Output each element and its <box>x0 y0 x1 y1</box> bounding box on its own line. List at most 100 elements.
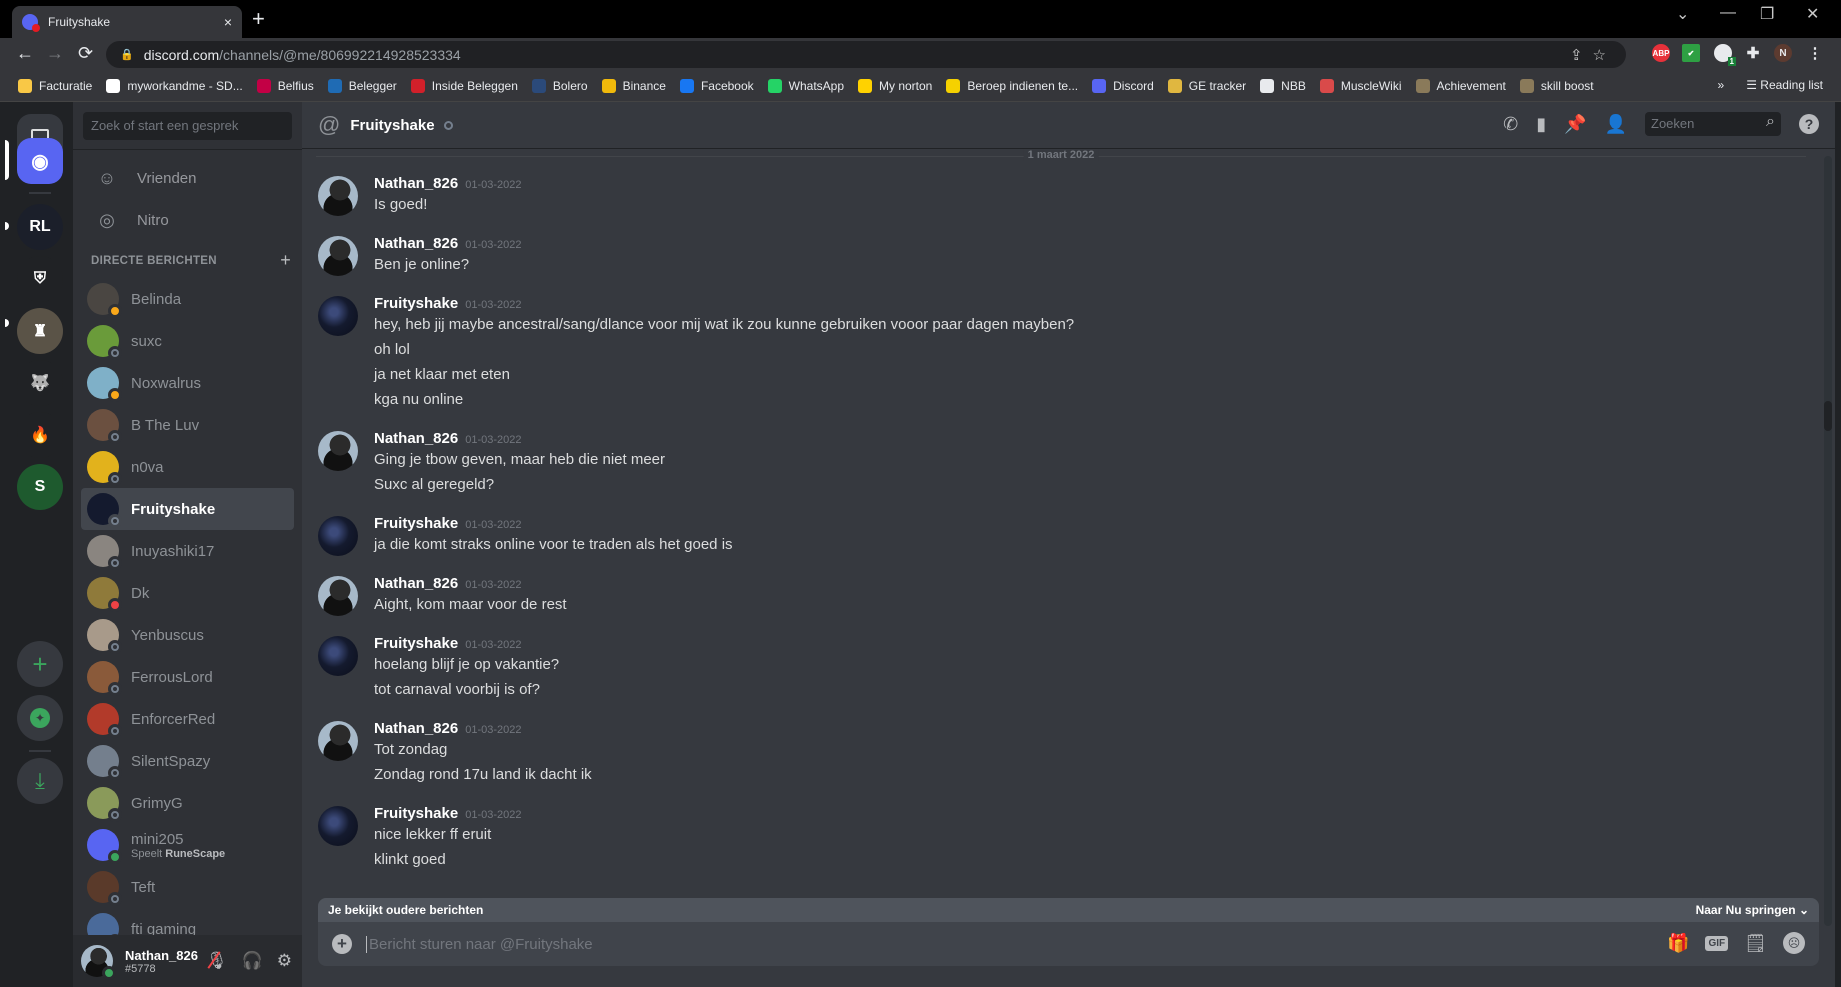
restore-button[interactable]: ❐ <box>1760 4 1774 24</box>
message-author[interactable]: Nathan_826 <box>374 175 458 192</box>
voice-call-icon[interactable]: ✆ <box>1503 114 1518 135</box>
dm-item[interactable]: suxc <box>81 320 294 362</box>
settings-gear-icon[interactable]: ⚙ <box>277 951 292 971</box>
server-icon-helmet[interactable]: ⛨ <box>17 256 63 302</box>
extensions-puzzle-icon[interactable]: ✚ <box>1744 44 1762 62</box>
bookmark-item[interactable]: skill boost <box>1519 78 1594 93</box>
tab-close-icon[interactable]: × <box>224 14 232 30</box>
bookmark-item[interactable]: Discord <box>1092 78 1154 93</box>
bookmark-star-icon[interactable]: ☆ <box>1593 46 1606 64</box>
new-tab-button[interactable]: + <box>252 6 265 32</box>
create-dm-button[interactable]: + <box>280 251 291 269</box>
dm-item[interactable]: Teft <box>81 866 294 908</box>
message-avatar[interactable] <box>318 636 358 676</box>
server-icon-armour[interactable]: ♜ <box>17 308 63 354</box>
message-avatar[interactable] <box>318 176 358 216</box>
reading-list-button[interactable]: ☰ Reading list <box>1746 78 1823 92</box>
headphones-icon[interactable]: 🎧 <box>242 951 263 971</box>
forward-button[interactable]: → <box>46 43 64 64</box>
profile-avatar[interactable]: N <box>1774 44 1792 62</box>
message-author[interactable]: Fruityshake <box>374 515 458 532</box>
bookmark-item[interactable]: Bolero <box>531 78 588 93</box>
bookmark-item[interactable]: NBB <box>1260 78 1306 93</box>
message-avatar[interactable] <box>318 296 358 336</box>
download-apps-button[interactable]: ⤓ <box>17 758 63 804</box>
add-friend-to-dm-icon[interactable]: 👤 <box>1605 114 1627 135</box>
dm-item[interactable]: mini205 Speelt RuneScape <box>81 824 294 866</box>
extension-badge-icon[interactable]: 1 <box>1714 44 1736 66</box>
bookmark-item[interactable]: Belfius <box>256 78 314 93</box>
upload-plus-button[interactable]: + <box>332 934 352 954</box>
emoji-icon[interactable]: ☹ <box>1783 932 1805 954</box>
nav-nitro[interactable]: ◎ Nitro <box>81 199 294 241</box>
check-extension-icon[interactable]: ✔ <box>1682 44 1700 62</box>
dm-search-input[interactable]: Zoek of start een gesprek <box>83 112 292 140</box>
dm-item[interactable]: B The Luv <box>81 404 294 446</box>
bookmark-item[interactable]: Achievement <box>1415 78 1506 93</box>
home-button[interactable]: ◉ <box>17 138 63 184</box>
bookmark-item[interactable]: Binance <box>601 78 666 93</box>
message-avatar[interactable] <box>318 576 358 616</box>
message-author[interactable]: Fruityshake <box>374 295 458 312</box>
bookmark-item[interactable]: Facebook <box>679 78 754 93</box>
bookmark-item[interactable]: My norton <box>858 78 932 93</box>
nav-friends[interactable]: ☺ Vrienden <box>81 157 294 199</box>
minimize-button[interactable]: — <box>1720 4 1736 22</box>
back-button[interactable]: ← <box>16 43 34 64</box>
bookmark-item[interactable]: Inside Beleggen <box>410 78 518 93</box>
dm-item[interactable]: n0va <box>81 446 294 488</box>
dm-item[interactable]: GrimyG <box>81 782 294 824</box>
gif-button[interactable]: GIF <box>1705 935 1729 951</box>
message-avatar[interactable] <box>318 721 358 761</box>
adblock-extension-icon[interactable]: ABP <box>1652 44 1670 62</box>
message-avatar[interactable] <box>318 431 358 471</box>
add-server-button[interactable]: + <box>17 641 63 687</box>
server-icon-rl[interactable]: RL <box>17 204 63 250</box>
more-bookmarks-button[interactable]: » <box>1718 78 1725 92</box>
scrollbar[interactable] <box>1824 156 1832 926</box>
message-author[interactable]: Fruityshake <box>374 805 458 822</box>
browser-tab[interactable]: Fruityshake × <box>12 6 242 38</box>
dm-item[interactable]: SilentSpazy <box>81 740 294 782</box>
message-avatar[interactable] <box>318 236 358 276</box>
bookmark-item[interactable]: Beroep indienen te... <box>946 78 1078 93</box>
gift-icon[interactable]: 🎁 <box>1667 933 1689 954</box>
bookmark-item[interactable]: GE tracker <box>1167 78 1246 93</box>
message-author[interactable]: Nathan_826 <box>374 235 458 252</box>
address-bar[interactable]: 🔒 discord.com /channels/@me/806992214928… <box>106 41 1626 68</box>
server-icon-suxc[interactable]: S <box>17 464 63 510</box>
browser-menu-icon[interactable]: ⋮ <box>1806 44 1824 62</box>
message-author[interactable]: Nathan_826 <box>374 575 458 592</box>
reload-button[interactable]: ⟳ <box>78 43 93 64</box>
dm-item[interactable]: EnforcerRed <box>81 698 294 740</box>
mic-muted-icon[interactable]: 🎙 <box>206 951 228 971</box>
bookmark-item[interactable]: Belegger <box>327 78 397 93</box>
server-icon-wolf[interactable]: 🐺 <box>17 360 63 406</box>
server-icon-flame[interactable]: 🔥 <box>17 412 63 458</box>
video-call-icon[interactable]: ▮ <box>1536 114 1546 135</box>
dm-item[interactable]: Inuyashiki17 <box>81 530 294 572</box>
dm-item[interactable]: Belinda <box>81 278 294 320</box>
message-input[interactable] <box>366 935 1566 953</box>
dm-item[interactable]: FerrousLord <box>81 656 294 698</box>
chat-search-input[interactable]: Zoeken <box>1645 112 1781 136</box>
dm-item[interactable]: Dk <box>81 572 294 614</box>
dm-item[interactable]: Noxwalrus <box>81 362 294 404</box>
message-avatar[interactable] <box>318 516 358 556</box>
pinned-messages-icon[interactable]: 📌 <box>1564 114 1586 135</box>
close-window-button[interactable]: ✕ <box>1806 4 1819 24</box>
message-author[interactable]: Fruityshake <box>374 635 458 652</box>
bookmark-item[interactable]: Facturatie <box>18 78 92 93</box>
sticker-icon[interactable]: 🗒 <box>1744 933 1767 954</box>
message-author[interactable]: Nathan_826 <box>374 720 458 737</box>
message-avatar[interactable] <box>318 806 358 846</box>
scrollbar-thumb[interactable] <box>1824 401 1832 431</box>
explore-servers-button[interactable]: ✦ <box>17 695 63 741</box>
user-avatar[interactable] <box>81 945 116 980</box>
bookmark-item[interactable]: myworkandme - SD... <box>106 78 243 93</box>
help-icon[interactable]: ? <box>1799 114 1819 134</box>
share-icon[interactable]: ⇪ <box>1570 46 1583 64</box>
jump-to-present-button[interactable]: Naar Nu springen ⌄ <box>1696 903 1809 917</box>
bookmark-item[interactable]: MuscleWiki <box>1319 78 1402 93</box>
tab-search-icon[interactable]: ⌄ <box>1676 4 1689 24</box>
